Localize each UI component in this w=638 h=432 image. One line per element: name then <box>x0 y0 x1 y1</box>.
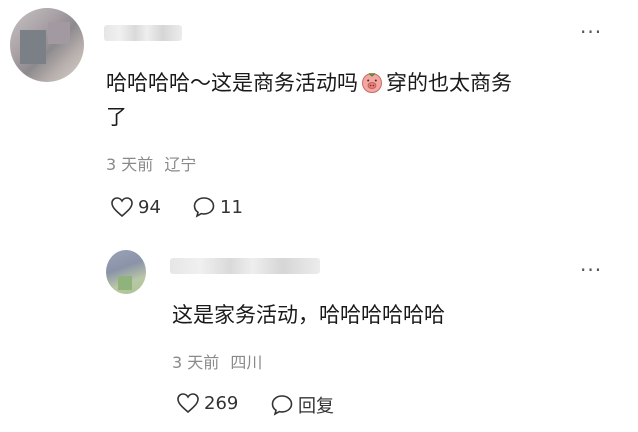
comment-text-line2: 了 <box>106 105 127 129</box>
comment-bubble-icon <box>270 394 294 416</box>
comment-time: 3 天前 <box>106 155 154 174</box>
comment-meta: 3 天前 辽宁 <box>106 151 196 175</box>
comment-location: 辽宁 <box>164 155 197 174</box>
reply-text: 这是家务活动，哈哈哈哈哈哈 <box>172 303 445 327</box>
reply-like-count: 269 <box>204 392 239 414</box>
reply-button[interactable]: 回复 <box>270 392 334 418</box>
reply-time: 3 天前 <box>172 353 220 372</box>
reply-meta: 3 天前 四川 <box>172 349 262 373</box>
reply-count-button[interactable]: 11 <box>192 196 243 218</box>
username-blurred[interactable] <box>104 25 182 41</box>
reply-location: 四川 <box>230 353 263 372</box>
heart-outline-icon <box>110 196 134 218</box>
reply-username-blurred[interactable] <box>170 258 320 274</box>
heart-outline-icon <box>176 392 200 414</box>
reply-label: 回复 <box>298 396 334 417</box>
like-button[interactable]: 94 <box>110 196 161 218</box>
reply-like-button[interactable]: 269 <box>176 392 238 414</box>
comment-text: 哈哈哈哈～这是商务活动吗 穿的也太商务 了 <box>106 68 606 132</box>
pig-face-emoji-icon <box>360 70 384 102</box>
reply-avatar[interactable] <box>106 250 146 294</box>
reply-count: 11 <box>220 196 243 218</box>
comment-text-part2: 穿的也太商务 <box>386 71 512 95</box>
reply-more-options-icon[interactable]: ··· <box>580 258 602 282</box>
more-options-icon[interactable]: ··· <box>580 20 602 44</box>
comment-bubble-icon <box>192 196 216 218</box>
comment-text-part1: 哈哈哈哈～这是商务活动吗 <box>106 71 358 95</box>
avatar[interactable] <box>10 8 84 82</box>
like-count: 94 <box>138 196 161 218</box>
